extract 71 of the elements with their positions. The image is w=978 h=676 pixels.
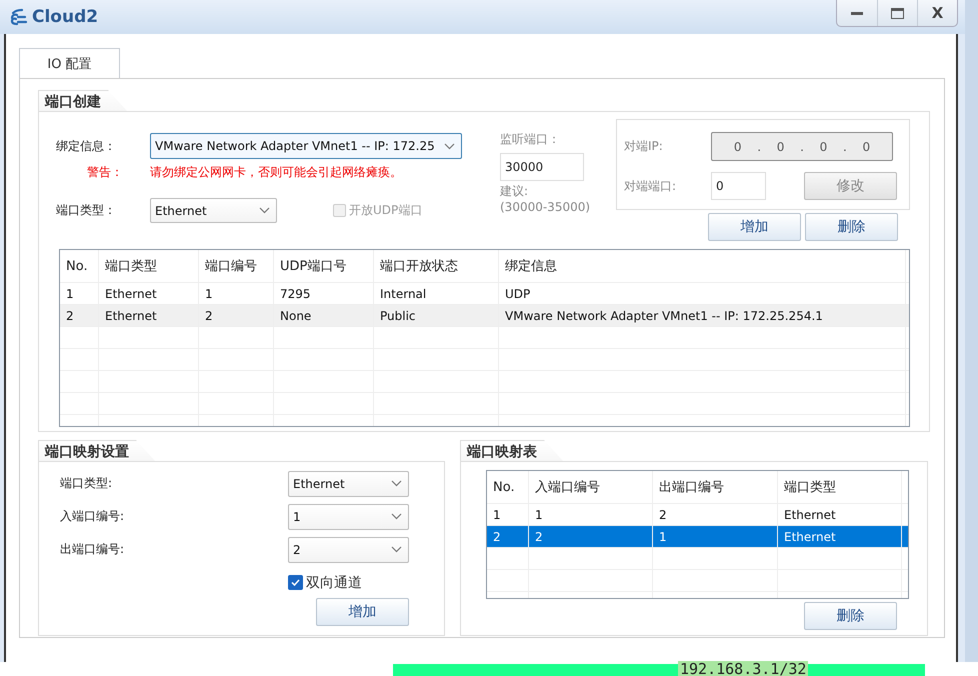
table-cell: 1 <box>199 283 274 304</box>
table-cell: 2 <box>199 305 274 326</box>
table-cell: 1 <box>487 504 529 525</box>
table-cell: 2 <box>60 305 99 326</box>
field-label: 对端IP: <box>624 138 664 155</box>
table-cell: 7295 <box>274 283 374 304</box>
field-label: 入端口编号: <box>60 508 126 525</box>
field-label: 端口类型： <box>56 202 117 219</box>
delete-button[interactable]: 删除 <box>804 602 897 630</box>
hint-label: 建议: <box>500 183 530 200</box>
table-cell: Ethernet <box>778 526 902 547</box>
table-cell: Ethernet <box>99 283 199 304</box>
warning-text: 请勿绑定公网网卡，否则可能会引起网络瘫痪。 <box>150 164 402 181</box>
binding-dropdown[interactable]: VMware Network Adapter VMnet1 -- IP: 172.25 <box>150 133 462 159</box>
warning-label: 警告： <box>86 164 124 181</box>
field-label: 绑定信息： <box>56 138 117 154</box>
group-title: 端口创建 <box>38 90 128 112</box>
window-title: Cloud2 <box>32 7 98 27</box>
tab[interactable]: IO 配置 <box>19 48 120 78</box>
table-cell: Public <box>374 305 499 326</box>
column-header[interactable]: 绑定信息 <box>499 250 906 282</box>
group-title: 端口映射表 <box>460 440 564 462</box>
field-label: 出端口编号: <box>60 541 126 558</box>
add-button[interactable]: 增加 <box>708 213 801 241</box>
hint-range: (30000-35000) <box>500 200 592 214</box>
field-label: 对端端口: <box>624 178 678 194</box>
field-label: 端口类型: <box>60 475 114 492</box>
table-cell: 1 <box>529 504 653 525</box>
maximize-icon <box>891 8 904 18</box>
column-header[interactable]: 端口类型 <box>99 250 199 282</box>
table-cell: 1 <box>60 283 99 304</box>
delete-button[interactable]: 删除 <box>805 213 898 241</box>
column-header[interactable]: 出端口编号 <box>653 471 778 503</box>
column-header[interactable]: 入端口编号 <box>529 471 653 503</box>
address-label: 192.168.3.1/32 <box>678 661 808 676</box>
dropdown[interactable]: 2 <box>288 536 409 562</box>
table-cell: 1 <box>653 526 778 547</box>
field-label: 监听端口： <box>500 131 561 148</box>
chevron-down-icon <box>391 513 402 520</box>
column-header[interactable]: No. <box>60 250 99 282</box>
table-cell: Ethernet <box>99 305 199 326</box>
port-type-dropdown[interactable]: Ethernet <box>150 198 277 223</box>
dropdown[interactable]: 1 <box>288 504 409 530</box>
column-header[interactable]: 端口开放状态 <box>374 250 499 282</box>
chevron-down-icon <box>444 142 455 150</box>
table-row[interactable]: 2 2 1 Ethernet <box>487 526 908 548</box>
table-cell: 2 <box>487 526 529 547</box>
cloud-logo-icon <box>10 8 28 26</box>
add-button[interactable]: 增加 <box>316 598 409 626</box>
table-cell: Internal <box>374 283 499 304</box>
table-cell: UDP <box>499 283 906 304</box>
bidirectional-checkbox[interactable] <box>288 575 303 590</box>
column-header[interactable]: UDP端口号 <box>274 250 374 282</box>
chevron-down-icon <box>391 480 402 487</box>
chevron-down-icon <box>391 546 402 553</box>
table-cell: None <box>274 305 374 326</box>
column-header[interactable]: 端口编号 <box>199 250 274 282</box>
table-cell: VMware Network Adapter VMnet1 -- IP: 172.25.254.1 <box>499 305 906 326</box>
dropdown[interactable]: Ethernet <box>288 470 409 496</box>
checkmark-icon <box>291 579 300 586</box>
checkbox-label: 双向通道 <box>306 574 362 592</box>
table-cell: 2 <box>653 504 778 525</box>
table-row[interactable]: 2 Ethernet 2 None Public VMware Network Adapter VMnet1 -- IP: 172.25.254.1 <box>60 305 909 327</box>
table-cell: Ethernet <box>778 504 902 525</box>
column-header[interactable]: No. <box>487 471 529 503</box>
group-title: 端口映射设置 <box>38 440 156 462</box>
chevron-down-icon <box>259 207 270 214</box>
minimize-icon <box>851 12 863 14</box>
table-cell: 2 <box>529 526 653 547</box>
column-header[interactable]: 端口类型 <box>778 471 902 503</box>
checkbox-label: 开放UDP端口 <box>349 202 422 219</box>
